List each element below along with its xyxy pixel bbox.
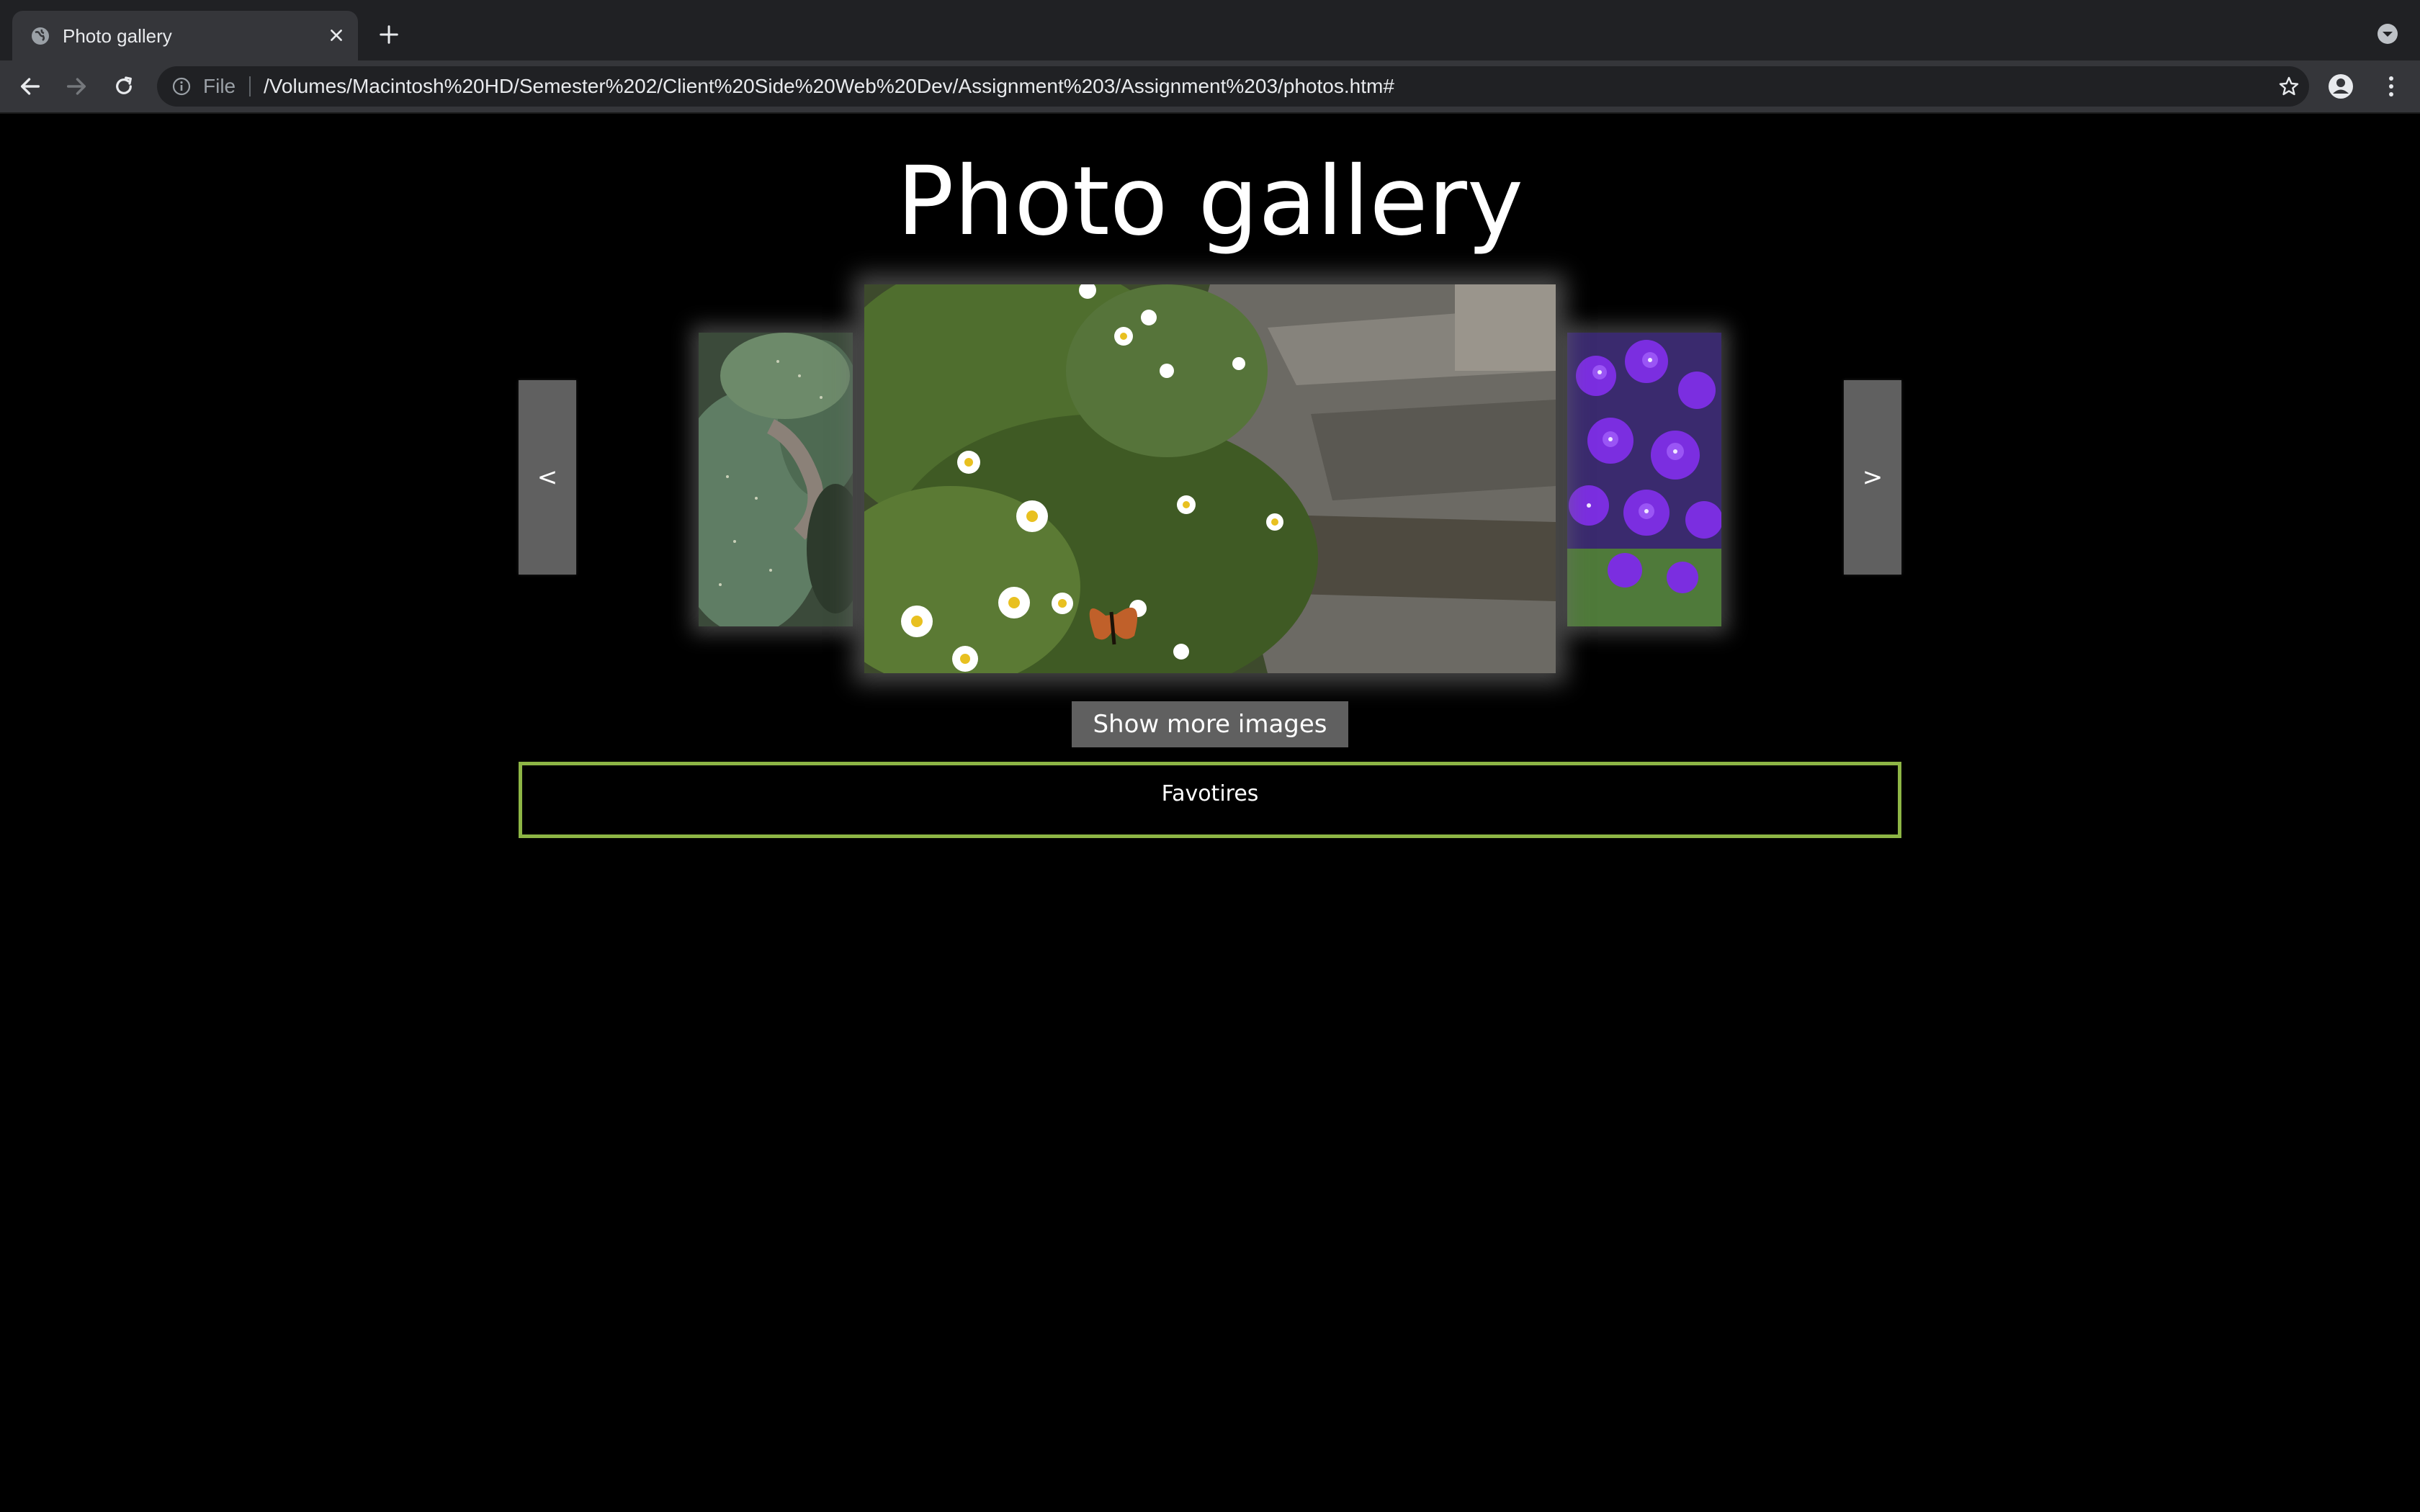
previous-button[interactable]: < — [519, 380, 576, 575]
browser-tab[interactable]: Photo gallery — [12, 11, 358, 60]
tab-title: Photo gallery — [63, 25, 172, 47]
menu-icon[interactable] — [2377, 72, 2406, 101]
profile-icon[interactable] — [2326, 72, 2355, 101]
back-icon[interactable] — [14, 71, 46, 102]
favorites-panel[interactable]: Favotires — [519, 762, 1901, 838]
browser-toolbar: File /Volumes/Macintosh%20HD/Semester%20… — [0, 60, 2420, 114]
reload-icon[interactable] — [108, 71, 140, 102]
omnibox-divider — [249, 76, 251, 96]
globe-icon — [30, 25, 51, 47]
scheme-label: File — [203, 75, 236, 97]
tab-strip: Photo gallery — [0, 0, 2420, 60]
purple-flowers-photo — [1567, 333, 1721, 626]
address-bar[interactable]: File /Volumes/Macintosh%20HD/Semester%20… — [157, 66, 2309, 107]
plus-icon[interactable] — [373, 19, 405, 50]
gallery-slide-right[interactable] — [1567, 333, 1721, 626]
url-text[interactable]: /Volumes/Macintosh%20HD/Semester%202/Cli… — [264, 66, 1394, 107]
close-icon[interactable] — [322, 21, 351, 50]
gallery-slide-left[interactable] — [699, 333, 853, 626]
cactus-photo — [699, 333, 853, 626]
tab-search-icon[interactable] — [2375, 22, 2400, 46]
daisies-photo — [864, 284, 1556, 673]
favorites-label: Favotires — [1161, 781, 1259, 806]
info-icon[interactable] — [171, 76, 192, 96]
next-button[interactable]: > — [1844, 380, 1901, 575]
show-more-images-button[interactable]: Show more images — [1072, 701, 1348, 747]
gallery-slide-center[interactable] — [864, 284, 1556, 673]
forward-icon[interactable] — [60, 71, 92, 102]
star-icon[interactable] — [2277, 75, 2300, 98]
page-title: Photo gallery — [896, 146, 1524, 257]
